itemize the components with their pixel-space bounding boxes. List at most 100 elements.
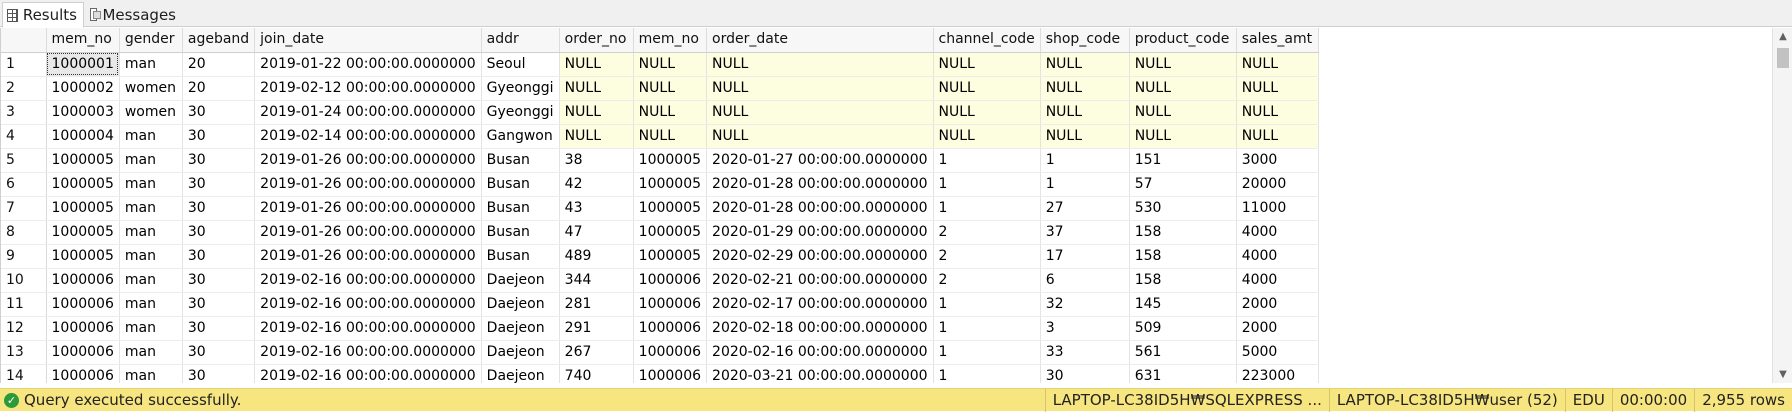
table-cell[interactable]: 291 — [559, 316, 634, 341]
column-header-order-no[interactable]: order_no — [559, 28, 634, 53]
table-cell[interactable]: 1000005 — [46, 172, 120, 197]
column-header-order-date[interactable]: order_date — [706, 28, 934, 53]
table-cell[interactable]: NULL — [1040, 100, 1130, 125]
table-cell[interactable]: 2020-01-28 00:00:00.0000000 — [706, 172, 934, 197]
table-cell[interactable]: women — [119, 100, 183, 125]
table-cell[interactable]: man — [119, 52, 183, 77]
table-cell[interactable]: 145 — [1129, 292, 1237, 317]
table-cell[interactable]: 20 — [182, 52, 256, 77]
table-cell[interactable]: NULL — [633, 52, 708, 77]
table-cell[interactable]: 38 — [559, 148, 634, 173]
table-cell[interactable]: 1000003 — [46, 100, 120, 125]
table-cell[interactable]: 1 — [933, 292, 1041, 317]
column-header-ageband[interactable]: ageband — [182, 28, 256, 53]
table-cell[interactable]: 740 — [559, 364, 634, 383]
table-cell[interactable]: man — [119, 124, 183, 149]
table-cell[interactable]: 30 — [182, 148, 256, 173]
row-number[interactable]: 2 — [1, 76, 47, 101]
table-cell[interactable]: 158 — [1129, 268, 1237, 293]
table-cell[interactable]: Daejeon — [481, 316, 560, 341]
table-cell[interactable]: 20 — [182, 76, 256, 101]
table-cell[interactable]: women — [119, 76, 183, 101]
table-cell[interactable]: man — [119, 364, 183, 383]
table-cell[interactable]: man — [119, 148, 183, 173]
table-cell[interactable]: 1000004 — [46, 124, 120, 149]
row-number[interactable]: 3 — [1, 100, 47, 125]
table-cell[interactable]: NULL — [633, 100, 708, 125]
table-cell[interactable]: 1 — [1040, 148, 1130, 173]
vertical-scrollbar[interactable]: ▲ ▼ — [1772, 28, 1792, 383]
table-cell[interactable]: NULL — [633, 76, 708, 101]
table-cell[interactable]: 43 — [559, 196, 634, 221]
table-cell[interactable]: 1000005 — [46, 220, 120, 245]
table-cell[interactable]: 30 — [182, 364, 256, 383]
table-cell[interactable]: 30 — [182, 196, 256, 221]
table-cell[interactable]: NULL — [633, 124, 708, 149]
corner-cell[interactable] — [1, 28, 47, 53]
table-cell[interactable]: NULL — [559, 76, 634, 101]
table-cell[interactable]: 1000005 — [633, 172, 708, 197]
table-cell[interactable]: 4000 — [1236, 220, 1319, 245]
table-cell[interactable]: 1000006 — [633, 268, 708, 293]
table-cell[interactable]: NULL — [1040, 52, 1130, 77]
table-cell[interactable]: 1000001 — [46, 52, 120, 77]
table-cell[interactable]: NULL — [706, 52, 934, 77]
table-cell[interactable]: 2019-02-16 00:00:00.0000000 — [254, 340, 482, 365]
table-cell[interactable]: 42 — [559, 172, 634, 197]
table-cell[interactable]: Busan — [481, 172, 560, 197]
table-cell[interactable]: 2020-02-29 00:00:00.0000000 — [706, 244, 934, 269]
table-cell[interactable]: 2020-03-21 00:00:00.0000000 — [706, 364, 934, 383]
table-cell[interactable]: 2019-01-26 00:00:00.0000000 — [254, 196, 482, 221]
table-cell[interactable]: 344 — [559, 268, 634, 293]
table-cell[interactable]: 1 — [933, 196, 1041, 221]
table-cell[interactable]: 267 — [559, 340, 634, 365]
column-header-mem-no[interactable]: mem_no — [46, 28, 120, 53]
table-cell[interactable]: 1 — [1040, 172, 1130, 197]
row-number[interactable]: 5 — [1, 148, 47, 173]
table-cell[interactable]: 530 — [1129, 196, 1237, 221]
table-cell[interactable]: 37 — [1040, 220, 1130, 245]
column-header-sales-amt[interactable]: sales_amt — [1236, 28, 1319, 53]
column-header-join-date[interactable]: join_date — [254, 28, 482, 53]
table-cell[interactable]: 2019-01-26 00:00:00.0000000 — [254, 172, 482, 197]
table-cell[interactable]: NULL — [933, 76, 1041, 101]
table-cell[interactable]: NULL — [933, 124, 1041, 149]
table-cell[interactable]: 1000006 — [633, 292, 708, 317]
table-cell[interactable]: 1000006 — [46, 316, 120, 341]
table-cell[interactable]: NULL — [1236, 52, 1319, 77]
table-cell[interactable]: 1000005 — [46, 148, 120, 173]
table-cell[interactable]: 1000006 — [633, 340, 708, 365]
table-cell[interactable]: Daejeon — [481, 268, 560, 293]
table-cell[interactable]: 1000005 — [633, 148, 708, 173]
table-cell[interactable]: NULL — [1236, 124, 1319, 149]
table-cell[interactable]: 1 — [933, 172, 1041, 197]
table-cell[interactable]: 1000006 — [46, 340, 120, 365]
table-cell[interactable]: 631 — [1129, 364, 1237, 383]
table-cell[interactable]: NULL — [1129, 52, 1237, 77]
table-cell[interactable]: NULL — [933, 52, 1041, 77]
table-cell[interactable]: 1000005 — [633, 196, 708, 221]
table-cell[interactable]: Busan — [481, 244, 560, 269]
column-header-gender[interactable]: gender — [119, 28, 183, 53]
table-cell[interactable]: Busan — [481, 220, 560, 245]
table-cell[interactable]: man — [119, 316, 183, 341]
table-cell[interactable]: man — [119, 292, 183, 317]
table-cell[interactable]: Daejeon — [481, 364, 560, 383]
table-cell[interactable]: 2020-02-21 00:00:00.0000000 — [706, 268, 934, 293]
table-cell[interactable]: 20000 — [1236, 172, 1319, 197]
table-cell[interactable]: 489 — [559, 244, 634, 269]
table-cell[interactable]: 2020-02-17 00:00:00.0000000 — [706, 292, 934, 317]
table-cell[interactable]: 30 — [182, 244, 256, 269]
table-cell[interactable]: NULL — [706, 100, 934, 125]
table-cell[interactable]: 158 — [1129, 244, 1237, 269]
table-cell[interactable]: 1 — [933, 148, 1041, 173]
scroll-up-icon[interactable]: ▲ — [1773, 28, 1792, 45]
table-cell[interactable]: 1000006 — [633, 364, 708, 383]
table-cell[interactable]: 2019-02-16 00:00:00.0000000 — [254, 268, 482, 293]
table-cell[interactable]: man — [119, 220, 183, 245]
table-cell[interactable]: NULL — [1236, 100, 1319, 125]
table-cell[interactable]: NULL — [933, 100, 1041, 125]
table-cell[interactable]: NULL — [1236, 76, 1319, 101]
table-cell[interactable]: Seoul — [481, 52, 560, 77]
table-cell[interactable]: 5000 — [1236, 340, 1319, 365]
